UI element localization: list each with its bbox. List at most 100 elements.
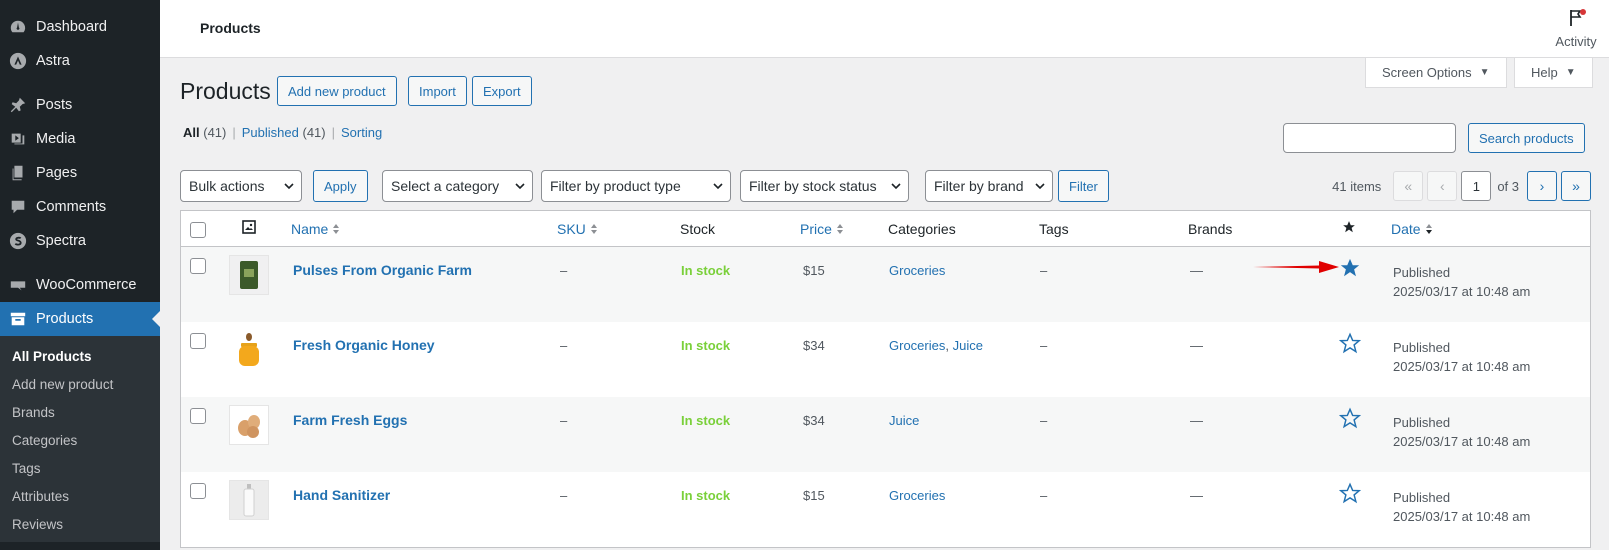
- submenu-reviews[interactable]: Reviews: [0, 510, 160, 538]
- category-link[interactable]: Groceries: [889, 488, 945, 503]
- menu-posts[interactable]: Posts: [0, 88, 160, 122]
- category-link[interactable]: Groceries: [889, 338, 945, 353]
- stock-status-value: Filter by stock status: [749, 178, 877, 194]
- featured-star-filled-icon[interactable]: [1339, 257, 1361, 279]
- product-name-link[interactable]: Farm Fresh Eggs: [293, 412, 407, 428]
- header-page-title: Products: [200, 20, 261, 36]
- sort-icon: [333, 224, 340, 234]
- column-price[interactable]: Price: [800, 221, 844, 237]
- image-column-icon: [242, 220, 256, 237]
- tags-cell: –: [1040, 488, 1048, 503]
- date-cell: Published 2025/03/17 at 10:48 am: [1393, 488, 1530, 526]
- categories-cell: Juice: [889, 413, 919, 428]
- product-thumbnail[interactable]: [229, 480, 269, 520]
- help-button[interactable]: Help ▼: [1514, 58, 1593, 88]
- category-link[interactable]: Juice: [889, 413, 919, 428]
- column-sku[interactable]: SKU: [557, 221, 598, 237]
- publish-status: Published: [1393, 265, 1451, 280]
- brands-cell: —: [1190, 488, 1203, 503]
- publish-date: 2025/03/17 at 10:48 am: [1393, 359, 1531, 374]
- spectra-icon: [8, 231, 28, 251]
- submenu-add-new-product[interactable]: Add new product: [0, 370, 160, 398]
- tags-cell: –: [1040, 263, 1048, 278]
- category-link[interactable]: Juice: [953, 338, 983, 353]
- caret-down-icon: ▼: [1479, 67, 1490, 78]
- column-date-label: Date: [1391, 221, 1421, 237]
- product-thumbnail[interactable]: [229, 330, 269, 370]
- row-checkbox[interactable]: [190, 333, 206, 349]
- submenu-all-products[interactable]: All Products: [0, 342, 160, 370]
- product-name-link[interactable]: Pulses From Organic Farm: [293, 262, 472, 278]
- filter-button[interactable]: Filter: [1058, 170, 1109, 202]
- prev-page-button: ‹: [1427, 171, 1458, 201]
- product-name-link[interactable]: Hand Sanitizer: [293, 487, 390, 503]
- screen-options-label: Screen Options: [1382, 65, 1472, 80]
- bulk-actions-value: Bulk actions: [189, 178, 265, 194]
- menu-pages[interactable]: Pages: [0, 156, 160, 190]
- astra-icon: [8, 51, 28, 71]
- menu-media[interactable]: Media: [0, 122, 160, 156]
- menu-comments[interactable]: Comments: [0, 190, 160, 224]
- menu-dashboard[interactable]: Dashboard: [0, 10, 160, 44]
- featured-star-outline-icon[interactable]: [1339, 407, 1361, 429]
- brand-select[interactable]: Filter by brand: [925, 170, 1053, 202]
- menu-pages-label: Pages: [36, 165, 78, 181]
- search-products-button[interactable]: Search products: [1468, 123, 1585, 153]
- bulk-actions-select[interactable]: Bulk actions: [180, 170, 302, 202]
- menu-spectra[interactable]: Spectra: [0, 224, 160, 258]
- activity-button[interactable]: Activity: [1551, 8, 1601, 49]
- search-input[interactable]: [1283, 123, 1456, 153]
- stock-status-select[interactable]: Filter by stock status: [740, 170, 909, 202]
- menu-products[interactable]: Products: [0, 302, 160, 336]
- media-icon: [8, 129, 28, 149]
- view-all-link[interactable]: All (41): [183, 125, 226, 140]
- last-page-button[interactable]: »: [1561, 171, 1591, 201]
- view-sorting-link[interactable]: Sorting: [341, 125, 382, 140]
- product-thumbnail[interactable]: [229, 255, 269, 295]
- add-new-product-button[interactable]: Add new product: [277, 76, 397, 106]
- row-checkbox[interactable]: [190, 483, 206, 499]
- row-checkbox[interactable]: [190, 258, 206, 274]
- submenu-categories[interactable]: Categories: [0, 426, 160, 454]
- view-published-link[interactable]: Published (41): [242, 125, 326, 140]
- brand-value: Filter by brand: [934, 178, 1024, 194]
- date-cell: Published 2025/03/17 at 10:48 am: [1393, 413, 1530, 451]
- current-page-input[interactable]: 1: [1461, 171, 1492, 201]
- stock-status: In stock: [681, 338, 731, 353]
- product-type-select[interactable]: Filter by product type: [541, 170, 731, 202]
- menu-spectra-label: Spectra: [36, 233, 86, 249]
- stock-status: In stock: [681, 413, 731, 428]
- featured-column-star-icon[interactable]: [1342, 220, 1356, 237]
- next-page-button[interactable]: ›: [1527, 171, 1557, 201]
- row-checkbox[interactable]: [190, 408, 206, 424]
- column-name[interactable]: Name: [291, 221, 340, 237]
- apply-button[interactable]: Apply: [313, 170, 368, 202]
- import-button[interactable]: Import: [408, 76, 467, 106]
- menu-woocommerce[interactable]: WooCommerce: [0, 268, 160, 302]
- price-cell: $34: [803, 338, 825, 353]
- submenu-tags[interactable]: Tags: [0, 454, 160, 482]
- category-link[interactable]: Groceries: [889, 263, 945, 278]
- menu-astra[interactable]: Astra: [0, 44, 160, 78]
- price-cell: $15: [803, 263, 825, 278]
- chevron-down-icon: [891, 183, 901, 190]
- separator: |: [232, 125, 236, 140]
- screen-options-button[interactable]: Screen Options ▼: [1365, 58, 1507, 88]
- select-all-checkbox[interactable]: [190, 222, 206, 238]
- price-cell: $34: [803, 413, 825, 428]
- submenu-attributes[interactable]: Attributes: [0, 482, 160, 510]
- product-thumbnail[interactable]: [229, 405, 269, 445]
- sku-cell: –: [560, 338, 568, 353]
- category-select[interactable]: Select a category: [382, 170, 533, 202]
- separator: |: [331, 125, 336, 140]
- sku-cell: –: [560, 488, 568, 503]
- featured-star-outline-icon[interactable]: [1339, 482, 1361, 504]
- column-date[interactable]: Date: [1391, 221, 1433, 237]
- submenu-brands[interactable]: Brands: [0, 398, 160, 426]
- product-name-link[interactable]: Fresh Organic Honey: [293, 337, 435, 353]
- sku-cell: –: [560, 263, 568, 278]
- table-row: Hand Sanitizer – In stock $15 Groceries …: [181, 472, 1590, 547]
- export-button[interactable]: Export: [472, 76, 532, 106]
- featured-star-outline-icon[interactable]: [1339, 332, 1361, 354]
- menu-woocommerce-label: WooCommerce: [36, 277, 137, 293]
